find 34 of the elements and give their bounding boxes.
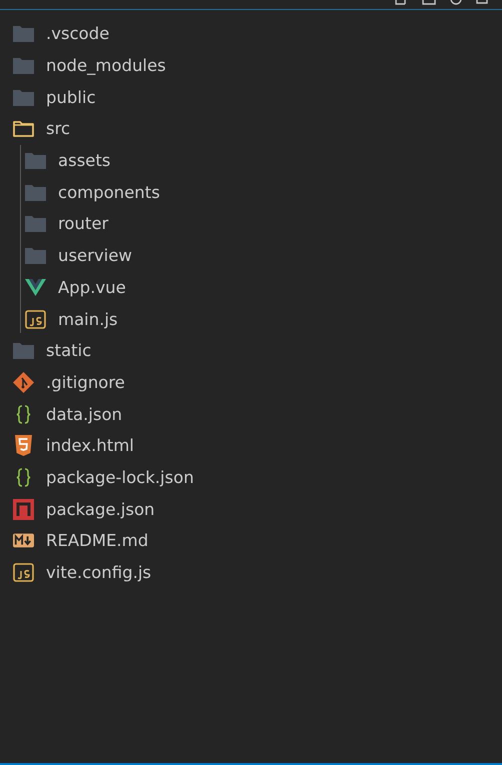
folder-icon bbox=[13, 342, 34, 360]
folder-name[interactable]: router bbox=[58, 214, 108, 234]
file-name[interactable]: App.vue bbox=[58, 278, 126, 297]
file-name[interactable]: index.html bbox=[46, 436, 134, 456]
folder-name[interactable]: node_modules bbox=[46, 56, 166, 76]
js-file-icon bbox=[13, 563, 34, 582]
folder-name[interactable]: userview bbox=[58, 246, 132, 266]
html5-icon bbox=[13, 435, 34, 456]
file-name[interactable]: data.json bbox=[46, 404, 122, 424]
file-name[interactable]: vite.config.js bbox=[46, 563, 152, 582]
folder-icon bbox=[25, 215, 46, 232]
file-name[interactable]: README.md bbox=[46, 531, 148, 550]
folder-name[interactable]: .vscode bbox=[46, 24, 110, 44]
vue-logo-icon bbox=[25, 278, 46, 296]
folder-icon bbox=[25, 247, 46, 264]
folder-name[interactable]: src bbox=[46, 119, 70, 138]
markdown-icon bbox=[13, 533, 34, 548]
open-folder-icon bbox=[13, 120, 34, 138]
folder-name[interactable]: static bbox=[46, 341, 92, 360]
js-file-icon bbox=[25, 310, 46, 329]
folder-icon bbox=[25, 184, 46, 201]
folder-icon bbox=[13, 57, 34, 74]
folder-icon bbox=[13, 88, 34, 106]
file-name[interactable]: package-lock.json bbox=[46, 468, 194, 487]
folder-name[interactable]: components bbox=[58, 182, 160, 202]
file-name[interactable]: package.json bbox=[46, 500, 155, 519]
file-name[interactable]: main.js bbox=[58, 310, 118, 329]
folder-icon bbox=[13, 25, 34, 42]
git-icon bbox=[13, 372, 34, 393]
folder-icon bbox=[25, 152, 46, 170]
folder-name[interactable]: assets bbox=[58, 151, 111, 170]
file-name[interactable]: .gitignore bbox=[46, 372, 125, 392]
npm-icon bbox=[13, 498, 34, 520]
folder-name[interactable]: public bbox=[46, 88, 96, 107]
